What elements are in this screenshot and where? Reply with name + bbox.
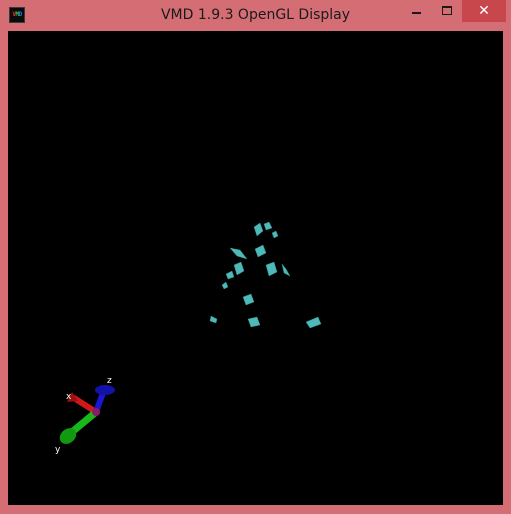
x-axis-label: x [66, 392, 72, 402]
opengl-display-canvas[interactable]: x y z [8, 31, 503, 505]
y-axis-label: y [55, 445, 61, 455]
molecule-fragment [254, 244, 267, 258]
minimize-button[interactable] [402, 0, 432, 22]
y-axis-line [68, 408, 100, 436]
title-bar[interactable]: VMD VMD 1.9.3 OpenGL Display ✕ [0, 0, 511, 31]
z-axis-label: z [107, 376, 112, 386]
molecule-representation [209, 221, 322, 329]
close-icon: ✕ [478, 3, 490, 19]
molecule-fragment [265, 261, 278, 277]
molecule-fragment [225, 270, 235, 280]
molecule-fragment [253, 222, 264, 237]
molecule-fragment [209, 315, 218, 324]
close-button[interactable]: ✕ [462, 0, 506, 22]
molecule-fragment [229, 247, 248, 260]
z-axis-cone [95, 385, 115, 395]
molecule-fragment [263, 221, 273, 231]
maximize-button[interactable] [432, 0, 462, 22]
molecule-fragment [247, 316, 261, 328]
scene-svg: x y z [55, 221, 322, 455]
molecule-fragment [233, 261, 245, 276]
molecule-fragment [305, 316, 322, 329]
molecule-fragment [221, 281, 229, 290]
vmd-window: VMD VMD 1.9.3 OpenGL Display ✕ x y z [0, 0, 511, 514]
axes-origin [92, 408, 100, 416]
molecule-fragment [281, 263, 291, 277]
molecule-fragment [271, 230, 279, 239]
axes-indicator: x y z [55, 376, 115, 455]
molecule-fragment [242, 293, 255, 306]
